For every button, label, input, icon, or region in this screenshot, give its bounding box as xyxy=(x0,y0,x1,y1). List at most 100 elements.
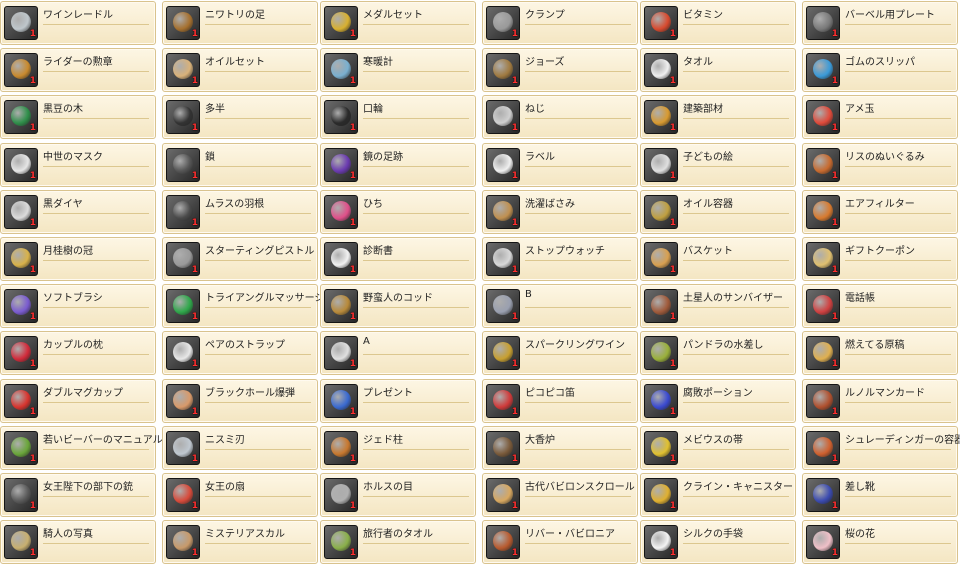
inventory-item[interactable]: 1 ソフトブラシ xyxy=(0,284,156,328)
inventory-item[interactable]: 1 旅行者のタオル xyxy=(320,520,476,564)
inventory-item[interactable]: 1 トライアングルマッサージ xyxy=(162,284,324,328)
inventory-item[interactable]: 1 エアフィルター xyxy=(802,190,958,234)
inventory-item[interactable]: 1 ペアのストラップ xyxy=(162,331,318,375)
item-name: 燃えてる原稿 xyxy=(845,340,905,351)
item-graphic xyxy=(173,248,193,268)
inventory-item[interactable]: 1 月桂樹の冠 xyxy=(0,237,156,281)
inventory-item[interactable]: 1 ミステリアスカル xyxy=(162,520,318,564)
inventory-item[interactable]: 1 ビタミン xyxy=(640,1,796,45)
inventory-item[interactable]: 1 土星人のサンバイザー xyxy=(640,284,796,328)
item-divider xyxy=(845,307,951,308)
inventory-item[interactable]: 1 黒ダイヤ xyxy=(0,190,156,234)
inventory-item[interactable]: 1 ホルスの目 xyxy=(320,473,476,517)
inventory-item[interactable]: 1 ジョーズ xyxy=(482,48,638,92)
inventory-item[interactable]: 1 クランプ xyxy=(482,1,638,45)
inventory-item[interactable]: 1B xyxy=(482,284,638,328)
inventory-item[interactable]: 1 古代バビロンスクロール xyxy=(482,473,638,517)
inventory-item[interactable]: 1 カップルの枕 xyxy=(0,331,156,375)
item-graphic xyxy=(11,154,31,174)
item-count: 1 xyxy=(511,407,518,417)
item-divider xyxy=(43,496,149,497)
item-count: 1 xyxy=(831,265,838,275)
eye-icon: 1 xyxy=(324,478,358,512)
inventory-item[interactable]: 1 ブラックホール爆弾 xyxy=(162,379,318,423)
inventory-item[interactable]: 1 メダルセット xyxy=(320,1,476,45)
item-divider xyxy=(525,118,631,119)
inventory-item[interactable]: 1 ルノルマンカード xyxy=(802,379,958,423)
laurel-icon: 1 xyxy=(4,242,38,276)
inventory-item[interactable]: 1 若いビーバーのマニュアル xyxy=(0,426,163,470)
inventory-item[interactable]: 1 口輪 xyxy=(320,95,476,139)
inventory-item[interactable]: 1 シルクの手袋 xyxy=(640,520,796,564)
inventory-item[interactable]: 1 騎人の写真 xyxy=(0,520,156,564)
inventory-item[interactable]: 1 差し靴 xyxy=(802,473,958,517)
item-name: 土星人のサンバイザー xyxy=(683,293,783,304)
jaws-icon: 1 xyxy=(486,53,520,87)
inventory-item[interactable]: 1 黒豆の木 xyxy=(0,95,156,139)
inventory-item[interactable]: 1 シュレーディンガーの容器 xyxy=(802,426,960,470)
inventory-item[interactable]: 1 ニワトリの足 xyxy=(162,1,318,45)
inventory-item[interactable]: 1 桜の花 xyxy=(802,520,958,564)
inventory-item[interactable]: 1 ゴムのスリッパ xyxy=(802,48,958,92)
strap-icon: 1 xyxy=(166,336,200,370)
inventory-item[interactable]: 1 ムラスの羽根 xyxy=(162,190,318,234)
inventory-item[interactable]: 1 診断書 xyxy=(320,237,476,281)
inventory-item[interactable]: 1 女王の扇 xyxy=(162,473,318,517)
item-count: 1 xyxy=(29,76,36,86)
item-count: 1 xyxy=(349,501,356,511)
inventory-column: 1 メダルセット 1 寒暖計 1 口輪 1 鏡の足跡 1 ひち 1 診断書 1 野蛮人のコッド 1 A 1 プレゼ… xyxy=(320,0,480,568)
inventory-item[interactable]: 1 ひち xyxy=(320,190,476,234)
inventory-item[interactable]: 1 ダブルマグカップ xyxy=(0,379,156,423)
inventory-item[interactable]: 1 子どもの絵 xyxy=(640,143,796,187)
inventory-item[interactable]: 1 ストップウォッチ xyxy=(482,237,638,281)
inventory-item[interactable]: 1 タオル xyxy=(640,48,796,92)
inventory-item[interactable]: 1 プレゼント xyxy=(320,379,476,423)
inventory-item[interactable]: 1A xyxy=(320,331,476,375)
inventory-item[interactable]: 1 大香炉 xyxy=(482,426,638,470)
inventory-item[interactable]: 1 女王陛下の部下の銃 xyxy=(0,473,156,517)
item-name: ジェド柱 xyxy=(363,435,403,446)
inventory-item[interactable]: 1 野蛮人のコッド xyxy=(320,284,476,328)
item-name: ギフトクーポン xyxy=(845,246,915,257)
inventory-item[interactable]: 1 燃えてる原稿 xyxy=(802,331,958,375)
inventory-item[interactable]: 1 ギフトクーポン xyxy=(802,237,958,281)
item-graphic xyxy=(331,295,351,315)
inventory-item[interactable]: 1 スターティングピストル xyxy=(162,237,318,281)
inventory-item[interactable]: 1 アメ玉 xyxy=(802,95,958,139)
inventory-item[interactable]: 1 ジェド柱 xyxy=(320,426,476,470)
inventory-item[interactable]: 1 鏡の足跡 xyxy=(320,143,476,187)
footprint-icon: 1 xyxy=(324,148,358,182)
inventory-item[interactable]: 1 電話帳 xyxy=(802,284,958,328)
item-divider xyxy=(845,402,951,403)
item-graphic xyxy=(651,248,671,268)
inventory-item[interactable]: 1 メビウスの帯 xyxy=(640,426,796,470)
item-divider xyxy=(43,354,149,355)
inventory-item[interactable]: 1 寒暖計 xyxy=(320,48,476,92)
inventory-item[interactable]: 1 スパークリングワイン xyxy=(482,331,638,375)
inventory-item[interactable]: 1 リスのぬいぐるみ xyxy=(802,143,958,187)
inventory-item[interactable]: 1 ピコピコ笛 xyxy=(482,379,638,423)
inventory-item[interactable]: 1 バスケット xyxy=(640,237,796,281)
inventory-item[interactable]: 1 ニスミ刃 xyxy=(162,426,318,470)
item-graphic xyxy=(173,437,193,457)
inventory-item[interactable]: 1 オイルセット xyxy=(162,48,318,92)
item-count: 1 xyxy=(191,76,198,86)
inventory-item[interactable]: 1 ライダーの勲章 xyxy=(0,48,156,92)
inventory-item[interactable]: 1 ワインレードル xyxy=(0,1,156,45)
inventory-item[interactable]: 1 多半 xyxy=(162,95,318,139)
inventory-item[interactable]: 1 腐敗ポーション xyxy=(640,379,796,423)
inventory-item[interactable]: 1 クライン・キャニスター xyxy=(640,473,796,517)
item-graphic xyxy=(493,437,513,457)
inventory-item[interactable]: 1 洗濯ばさみ xyxy=(482,190,638,234)
inventory-item[interactable]: 1 建築部材 xyxy=(640,95,796,139)
inventory-item[interactable]: 1 パンドラの水差し xyxy=(640,331,796,375)
inventory-item[interactable]: 1 バーベル用プレート xyxy=(802,1,958,45)
item-count: 1 xyxy=(191,501,198,511)
inventory-item[interactable]: 1 リバー・バビロニア xyxy=(482,520,638,564)
inventory-item[interactable]: 1 中世のマスク xyxy=(0,143,156,187)
inventory-item[interactable]: 1 オイル容器 xyxy=(640,190,796,234)
inventory-item[interactable]: 1鎖 xyxy=(162,143,318,187)
inventory-item[interactable]: 1 ねじ xyxy=(482,95,638,139)
item-count: 1 xyxy=(511,359,518,369)
inventory-item[interactable]: 1 ラベル xyxy=(482,143,638,187)
